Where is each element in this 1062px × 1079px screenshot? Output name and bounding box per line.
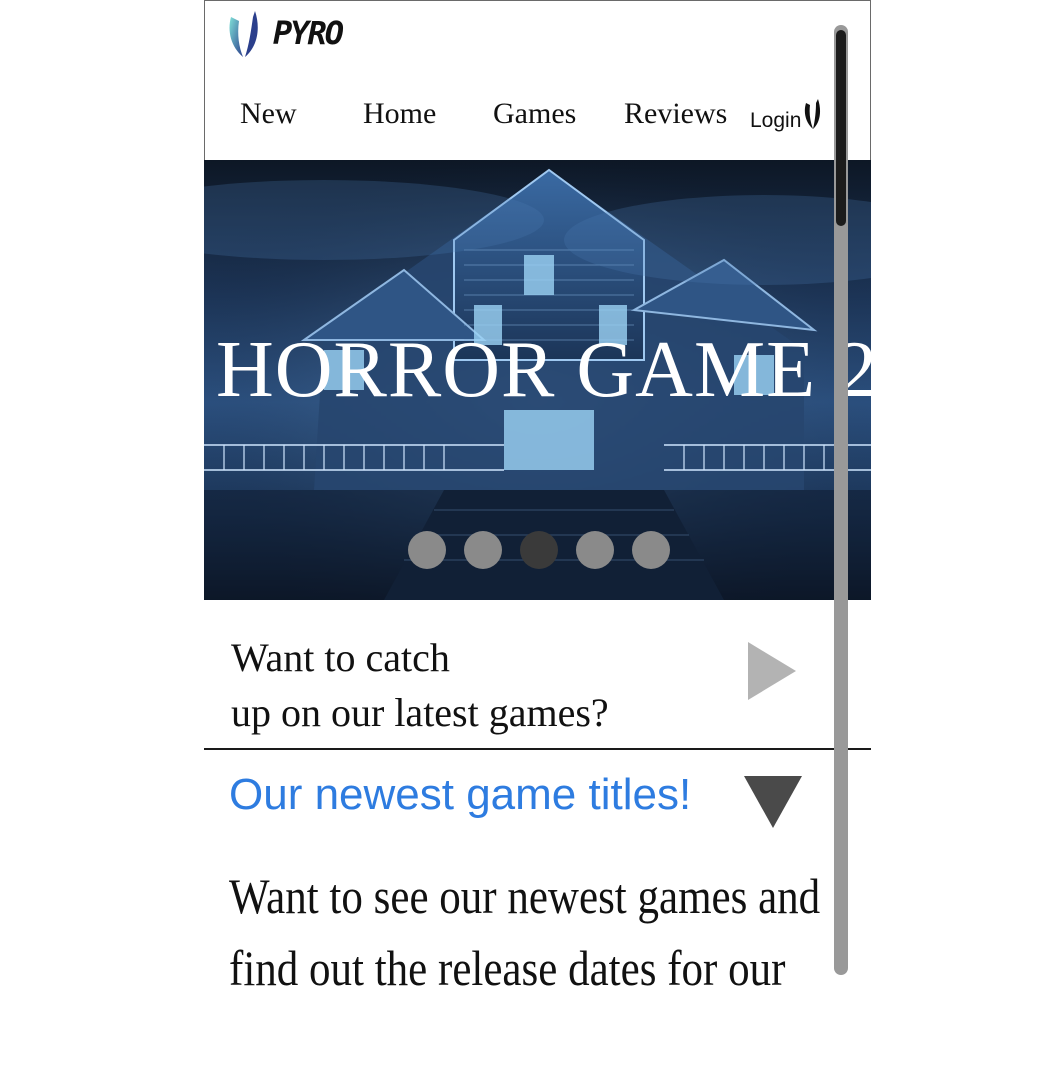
nav-item-reviews[interactable]: Reviews [624,97,727,131]
carousel-dot-1[interactable] [408,531,446,569]
brand-name: PYRO [273,14,344,52]
phone-screen: PYRO New Home Games Reviews Login HORROR… [204,0,871,1079]
collapse-arrow-icon[interactable] [744,776,802,832]
catch-up-line-1: Want to catch [231,635,450,680]
flame-icon [801,99,823,137]
newest-body-line-2: find out the release dates for our [229,940,786,996]
carousel-dot-4[interactable] [576,531,614,569]
site-header: PYRO New Home Games Reviews Login [204,0,871,160]
main-nav: New Home Games Reviews Login [205,93,870,141]
nav-item-games[interactable]: Games [493,97,576,131]
login-button[interactable]: Login [750,99,823,137]
catch-up-line-2: up on our latest games? [231,690,609,735]
play-arrow-icon[interactable] [748,642,796,704]
newest-body-line-1: Want to see our newest games and [229,868,821,924]
carousel-dot-5[interactable] [632,531,670,569]
scrollbar-thumb[interactable] [836,30,846,226]
nav-item-new[interactable]: New [240,97,297,131]
brand-logo[interactable]: PYRO [225,7,365,59]
catch-up-section[interactable]: Want to catch up on our latest games? [204,600,871,750]
hero-title: HORROR GAME 2 [216,326,871,414]
flame-logo-icon [225,7,265,65]
nav-item-home[interactable]: Home [363,97,436,131]
hero-carousel[interactable]: HORROR GAME 2 [204,160,871,600]
carousel-dot-2[interactable] [464,531,502,569]
login-label: Login [750,109,802,132]
carousel-dot-3[interactable] [520,531,558,569]
newest-titles-heading[interactable]: Our newest game titles! [229,770,691,820]
catch-up-text: Want to catch up on our latest games? [231,630,731,740]
newest-description: Want to see our newest games and find ou… [229,860,821,1004]
